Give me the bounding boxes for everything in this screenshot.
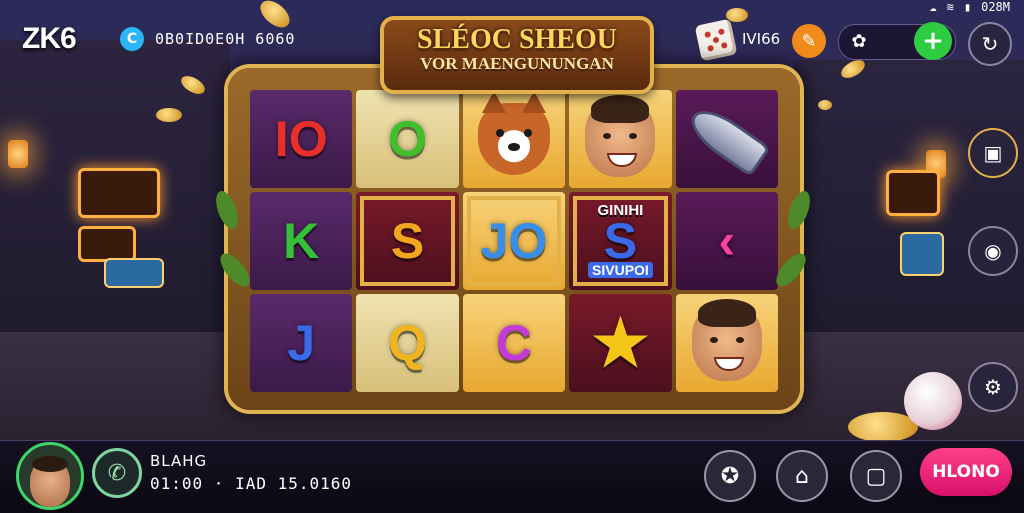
coin bbox=[818, 100, 832, 110]
cloud-icon: ☁ bbox=[929, 0, 937, 14]
game-logo: ZK6 bbox=[22, 22, 77, 55]
feather-icon[interactable]: ✎ bbox=[792, 24, 826, 58]
star-icon: ★ bbox=[591, 306, 650, 379]
reel-symbol bbox=[462, 90, 566, 188]
reel-symbol: Q bbox=[356, 294, 459, 392]
dice-label: IVI66 bbox=[742, 30, 781, 48]
signal-icon: ▮ bbox=[963, 0, 972, 14]
reel-symbol: O bbox=[356, 90, 459, 188]
reel-symbol: K bbox=[250, 192, 353, 290]
gear-icon[interactable]: ⚙ bbox=[968, 362, 1018, 412]
reel-1: IO K J bbox=[250, 90, 353, 392]
symbol-glyph: JO bbox=[480, 213, 548, 269]
reels-grid: IO K J O S Q JO C GINIHI S SIVUPOI ★ ‹ bbox=[250, 90, 779, 392]
reels-frame: IO K J O S Q JO C GINIHI S SIVUPOI ★ ‹ bbox=[228, 68, 800, 410]
reel-symbol: C bbox=[462, 294, 566, 392]
ball bbox=[904, 372, 962, 430]
reel-symbol bbox=[569, 90, 672, 188]
symbol-glyph: C bbox=[495, 315, 533, 371]
game-title: SLÉOC SHEOU bbox=[417, 24, 617, 55]
reel-symbol: J bbox=[250, 294, 353, 392]
refresh-icon[interactable]: ↻ bbox=[968, 22, 1012, 66]
man-portrait-icon bbox=[585, 95, 656, 177]
neon-sign-left-small bbox=[78, 226, 136, 262]
reel-symbol bbox=[675, 90, 779, 188]
dice-icon[interactable] bbox=[694, 18, 738, 62]
symbol-glyph: ‹ bbox=[718, 213, 736, 269]
balance-display: 0B0ID0E0H 6060 bbox=[155, 30, 296, 48]
symbol-glyph: Q bbox=[388, 315, 428, 371]
wifi-icon: ≋ bbox=[946, 0, 954, 14]
neon-sign-left bbox=[78, 168, 160, 218]
vault-icon[interactable]: ▣ bbox=[968, 128, 1018, 178]
lamp-left bbox=[8, 140, 28, 168]
player-avatar[interactable] bbox=[16, 442, 84, 510]
plus-icon[interactable]: + bbox=[914, 22, 952, 60]
reel-symbol: ★ bbox=[569, 294, 672, 392]
coin bbox=[156, 108, 182, 122]
player-name: BLAHG bbox=[150, 452, 208, 470]
man-portrait-icon bbox=[691, 299, 762, 381]
reel-symbol bbox=[675, 294, 779, 392]
camera-icon[interactable]: ◉ bbox=[968, 226, 1018, 276]
chart-icon[interactable]: ⌂ bbox=[776, 450, 828, 502]
game-subtitle: VOR MAENGUNUNGAN bbox=[420, 54, 614, 73]
gift-icon[interactable]: ✿ bbox=[846, 28, 872, 54]
reel-4: GINIHI S SIVUPOI ★ bbox=[569, 90, 672, 392]
screenshot-icon[interactable]: ▢ bbox=[850, 450, 902, 502]
arcade-screen-left bbox=[104, 258, 164, 288]
status-bar: ☁ ≋ ▮ 028M bbox=[929, 0, 1010, 14]
symbol-glyph: O bbox=[388, 111, 428, 167]
game-title-banner: SLÉOC SHEOU VOR MAENGUNUNGAN bbox=[380, 16, 654, 94]
reel-symbol: GINIHI S SIVUPOI bbox=[569, 192, 672, 290]
spin-button[interactable]: HLONO bbox=[920, 448, 1012, 496]
reel-symbol: ‹ bbox=[675, 192, 779, 290]
reel-symbol: S bbox=[356, 192, 459, 290]
symbol-glyph: S bbox=[390, 213, 425, 269]
reel-symbol: JO bbox=[462, 192, 566, 290]
arcade-screen-right bbox=[900, 232, 944, 276]
reel-2: OSQ bbox=[356, 90, 459, 392]
coin-icon: C bbox=[120, 27, 144, 51]
reel-3: JO C bbox=[462, 90, 566, 392]
fox-icon bbox=[478, 91, 551, 175]
symbol-label-bottom: SIVUPOI bbox=[588, 262, 653, 278]
player-stats: 01:00 · IAD 15.0160 bbox=[150, 474, 353, 493]
reel-symbol: IO bbox=[250, 90, 353, 188]
neon-sign-right bbox=[886, 170, 940, 216]
phone-icon[interactable]: ✆ bbox=[92, 448, 142, 498]
rocket-icon bbox=[687, 104, 767, 174]
status-time: 028M bbox=[981, 0, 1010, 14]
symbol-glyph: J bbox=[287, 315, 316, 371]
symbol-glyph: K bbox=[283, 213, 320, 269]
symbol-label-top: GINIHI bbox=[597, 202, 644, 219]
reel-5: ‹ bbox=[675, 90, 779, 392]
emblem-icon[interactable]: ✪ bbox=[704, 450, 756, 502]
symbol-glyph: IO bbox=[274, 111, 328, 167]
